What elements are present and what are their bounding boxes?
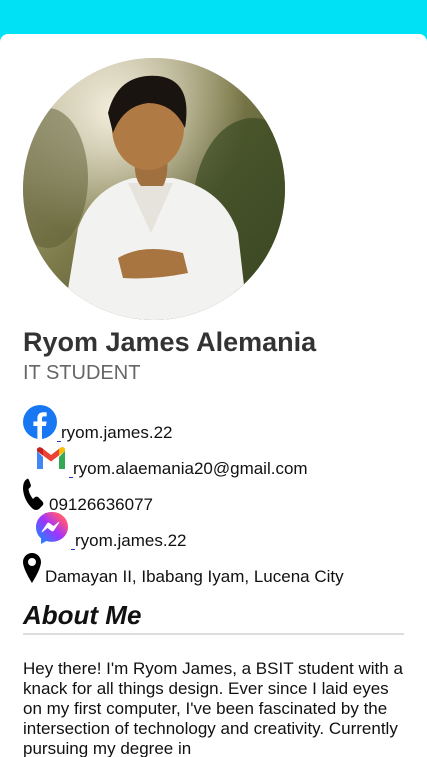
location-pin-icon: [23, 553, 41, 588]
location-address: Damayan II, Ibabang Iyam, Lucena City: [45, 567, 344, 586]
profile-name: Ryom James Alemania: [23, 327, 317, 357]
messenger-icon: [35, 511, 69, 550]
contact-messenger[interactable]: ryom.james.22: [23, 512, 404, 552]
about-heading: About Me: [23, 600, 404, 635]
messenger-handle[interactable]: ryom.james.22: [75, 531, 186, 552]
email-address[interactable]: ryom.alaemania20@gmail.com: [73, 459, 308, 480]
contact-phone[interactable]: 09126636077: [23, 478, 404, 516]
facebook-handle[interactable]: ryom.james.22: [61, 423, 172, 444]
profile-card: Ryom James Alemania IT STUDENT ryom.jame…: [0, 34, 427, 757]
contact-location: Damayan II, Ibabang Iyam, Lucena City: [23, 552, 404, 588]
profile-photo: [23, 58, 285, 320]
facebook-icon: [23, 405, 57, 444]
contact-email[interactable]: ryom.alaemania20@gmail.com: [23, 444, 404, 480]
gmail-icon: [35, 445, 67, 476]
contact-facebook[interactable]: ryom.james.22: [23, 405, 404, 444]
about-paragraph: Hey there! I'm Ryom James, a BSIT studen…: [23, 659, 403, 757]
contact-list: ryom.james.22 ryom.alaemania20@gmail.com: [23, 405, 404, 588]
profile-role: IT STUDENT: [23, 362, 141, 384]
